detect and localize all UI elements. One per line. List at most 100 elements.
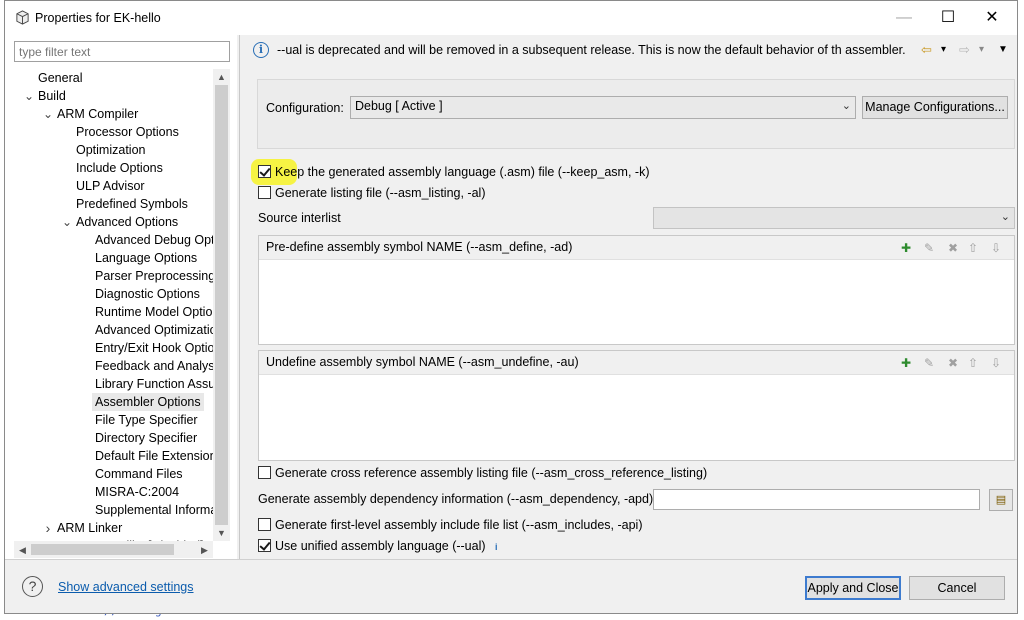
tree-vertical-scroll-thumb[interactable] bbox=[215, 85, 228, 525]
move-down-icon[interactable]: ⇩ bbox=[988, 355, 1004, 371]
tree-item-label: ARM Linker bbox=[57, 521, 123, 535]
tree-item[interactable]: Build bbox=[38, 87, 66, 105]
scroll-left-icon[interactable]: ◀ bbox=[14, 542, 31, 558]
tree-item[interactable]: Language Options bbox=[95, 249, 197, 267]
tree-item[interactable]: ARM Compiler bbox=[57, 105, 138, 123]
forward-menu-icon[interactable]: ▾ bbox=[979, 44, 984, 55]
tree-item[interactable]: Parser Preprocessing C bbox=[95, 267, 213, 285]
tree-item[interactable]: Diagnostic Options bbox=[95, 285, 200, 303]
tree-item[interactable]: Supplemental Informa bbox=[95, 501, 213, 519]
back-arrow-icon[interactable]: ⇦ bbox=[921, 42, 932, 58]
pane-splitter[interactable] bbox=[239, 35, 240, 559]
tree-horizontal-scroll-thumb[interactable] bbox=[31, 544, 174, 555]
tree-item-label: Advanced Debug Opti bbox=[95, 233, 213, 247]
expanded-icon[interactable]: ⌄ bbox=[23, 88, 35, 104]
scroll-down-icon[interactable]: ▼ bbox=[213, 525, 230, 541]
tree-item-label: Command Files bbox=[95, 467, 183, 481]
keep-asm-option[interactable]: Keep the generated assembly language (.a… bbox=[258, 164, 650, 182]
tree-item[interactable]: Directory Specifier bbox=[95, 429, 197, 447]
forward-arrow-icon[interactable]: ⇨ bbox=[959, 42, 970, 58]
apply-and-close-button[interactable]: Apply and Close bbox=[805, 576, 901, 600]
tree-item-label: Default File Extensions bbox=[95, 449, 213, 463]
tree-item[interactable]: Default File Extensions bbox=[95, 447, 213, 465]
window-title: Properties for EK-hello bbox=[35, 11, 161, 25]
collapsed-icon[interactable]: › bbox=[42, 520, 54, 536]
cross-reference-checkbox[interactable] bbox=[258, 466, 271, 479]
asm-listing-checkbox[interactable] bbox=[258, 186, 271, 199]
history-navigation: ⇦ ▾ ⇨ ▾ ▼ bbox=[921, 42, 1013, 62]
tree-item[interactable]: ARM Linker bbox=[57, 519, 122, 537]
dependency-label: Generate assembly dependency information… bbox=[258, 492, 654, 506]
configuration-combo[interactable]: Debug [ Active ] ⌄ bbox=[350, 96, 856, 119]
tree-item-label: Optimization bbox=[76, 143, 146, 157]
maximize-button[interactable]: ☐ bbox=[925, 1, 971, 35]
cross-reference-option[interactable]: Generate cross reference assembly listin… bbox=[258, 465, 707, 483]
tree-item[interactable]: Runtime Model Optior bbox=[95, 303, 213, 321]
minimize-button[interactable]: — bbox=[881, 1, 927, 35]
tree-item-label: Advanced Optimizatio bbox=[95, 323, 213, 337]
tree-item[interactable]: Library Function Assur bbox=[95, 375, 213, 393]
scroll-up-icon[interactable]: ▲ bbox=[213, 69, 230, 85]
tree-item[interactable]: Advanced Debug Opti bbox=[95, 231, 213, 249]
keep-asm-checkbox[interactable] bbox=[258, 165, 271, 178]
tree-item-label: Entry/Exit Hook Optior bbox=[95, 341, 213, 355]
back-menu-icon[interactable]: ▾ bbox=[941, 44, 946, 55]
cross-reference-label: Generate cross reference assembly listin… bbox=[275, 466, 708, 480]
view-menu-icon[interactable]: ▼ bbox=[998, 44, 1008, 55]
ual-info-icon[interactable]: i bbox=[495, 542, 498, 552]
tree-item[interactable]: Optimization bbox=[76, 141, 145, 159]
tree-item[interactable]: ULP Advisor bbox=[76, 177, 145, 195]
predefine-toolbar: ✚ ✎ ✖ ⇧ ⇩ bbox=[898, 240, 1008, 256]
tree-item[interactable]: Feedback and Analysis bbox=[95, 357, 213, 375]
edit-icon[interactable]: ✎ bbox=[921, 240, 937, 256]
scroll-right-icon[interactable]: ▶ bbox=[196, 542, 213, 558]
manage-configurations-button[interactable]: Manage Configurations... bbox=[862, 96, 1008, 119]
show-advanced-settings-link[interactable]: Show advanced settings bbox=[58, 580, 194, 594]
ual-option[interactable]: Use unified assembly language (--ual) i bbox=[258, 538, 498, 556]
configuration-value: Debug [ Active ] bbox=[355, 99, 443, 113]
tree-item[interactable]: Command Files bbox=[95, 465, 183, 483]
tree-item[interactable]: Advanced Optimizatio bbox=[95, 321, 213, 339]
close-button[interactable]: ✕ bbox=[969, 1, 1015, 35]
tree-item[interactable]: Assembler Options bbox=[92, 393, 204, 411]
properties-dialog: Properties for EK-hello — ☐ ✕ General Bui… bbox=[4, 0, 1018, 614]
tree-item[interactable]: Entry/Exit Hook Optior bbox=[95, 339, 213, 357]
undefine-symbols-list[interactable]: Undefine assembly symbol NAME (--asm_und… bbox=[258, 350, 1015, 461]
tree-item[interactable]: Include Options bbox=[76, 159, 163, 177]
tree-item[interactable]: General bbox=[38, 69, 82, 87]
predefine-symbols-header: Pre-define assembly symbol NAME (--asm_d… bbox=[259, 236, 1014, 260]
help-icon[interactable]: ? bbox=[22, 576, 43, 597]
tree-vertical-scrollbar[interactable]: ▲ ▼ bbox=[213, 69, 230, 541]
tree-item-label: Predefined Symbols bbox=[76, 197, 188, 211]
add-icon[interactable]: ✚ bbox=[898, 355, 914, 371]
include-list-option[interactable]: Generate first-level assembly include fi… bbox=[258, 517, 643, 535]
expanded-icon[interactable]: ⌄ bbox=[61, 214, 73, 230]
source-interlist-label: Source interlist bbox=[258, 211, 341, 225]
edit-icon[interactable]: ✎ bbox=[921, 355, 937, 371]
chevron-down-icon: ⌄ bbox=[841, 100, 851, 112]
include-list-checkbox[interactable] bbox=[258, 518, 271, 531]
tree-item[interactable]: File Type Specifier bbox=[95, 411, 198, 429]
tree-item[interactable]: Advanced Options bbox=[76, 213, 178, 231]
predefine-symbols-list[interactable]: Pre-define assembly symbol NAME (--asm_d… bbox=[258, 235, 1015, 345]
ual-checkbox[interactable] bbox=[258, 539, 271, 552]
tree-item[interactable]: Predefined Symbols bbox=[76, 195, 188, 213]
dependency-field[interactable] bbox=[653, 489, 980, 510]
asm-listing-option[interactable]: Generate listing file (--asm_listing, -a… bbox=[258, 185, 486, 203]
title-bar[interactable]: Properties for EK-hello — ☐ ✕ bbox=[5, 1, 1017, 35]
expanded-icon[interactable]: ⌄ bbox=[42, 106, 54, 122]
cancel-button[interactable]: Cancel bbox=[909, 576, 1005, 600]
tree-horizontal-scrollbar[interactable]: ◀ ▶ bbox=[14, 541, 213, 558]
tree-item[interactable]: MISRA-C:2004 bbox=[95, 483, 179, 501]
tree-item[interactable]: Processor Options bbox=[76, 123, 179, 141]
move-up-icon[interactable]: ⇧ bbox=[965, 355, 981, 371]
delete-icon[interactable]: ✖ bbox=[945, 240, 961, 256]
browse-icon[interactable]: ▤ bbox=[989, 489, 1013, 511]
source-interlist-combo[interactable]: ⌄ bbox=[653, 207, 1015, 229]
add-icon[interactable]: ✚ bbox=[898, 240, 914, 256]
move-up-icon[interactable]: ⇧ bbox=[965, 240, 981, 256]
move-down-icon[interactable]: ⇩ bbox=[988, 240, 1004, 256]
predefine-symbols-title: Pre-define assembly symbol NAME (--asm_d… bbox=[266, 240, 573, 254]
filter-input[interactable] bbox=[14, 41, 230, 62]
delete-icon[interactable]: ✖ bbox=[945, 355, 961, 371]
